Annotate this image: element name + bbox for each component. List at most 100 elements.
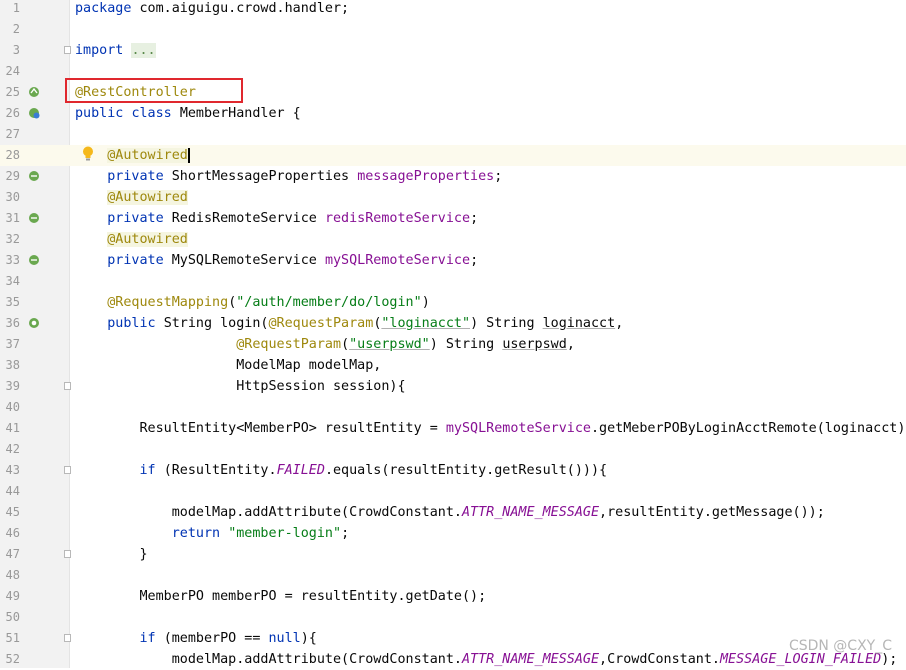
- line-number[interactable]: 34: [0, 271, 20, 292]
- line-number[interactable]: 38: [0, 355, 20, 376]
- code-line[interactable]: 44: [0, 481, 906, 502]
- code-text[interactable]: @RequestMapping("/auth/member/do/login"): [75, 292, 430, 313]
- code-line[interactable]: 24: [0, 61, 906, 82]
- code-text[interactable]: return "member-login";: [75, 523, 349, 544]
- line-number[interactable]: 39: [0, 376, 20, 397]
- line-number[interactable]: 49: [0, 586, 20, 607]
- fold-toggle-icon[interactable]: [64, 382, 71, 390]
- code-line[interactable]: 46 return "member-login";: [0, 523, 906, 544]
- code-line[interactable]: 1 package com.aiguigu.crowd.handler;: [0, 0, 906, 19]
- code-line[interactable]: 48: [0, 565, 906, 586]
- code-text[interactable]: private RedisRemoteService redisRemoteSe…: [75, 208, 478, 229]
- code-line[interactable]: 47 }: [0, 544, 906, 565]
- code-text[interactable]: modelMap.addAttribute(CrowdConstant.ATTR…: [75, 502, 825, 523]
- code-line[interactable]: 30 @Autowired: [0, 187, 906, 208]
- fold-toggle-icon[interactable]: [64, 634, 71, 642]
- code-text[interactable]: ModelMap modelMap,: [75, 355, 381, 376]
- code-text[interactable]: @RequestParam("userpswd") String userpsw…: [75, 334, 575, 355]
- code-line[interactable]: 50: [0, 607, 906, 628]
- code-text[interactable]: @RestController: [75, 82, 196, 103]
- fold-toggle-icon[interactable]: [64, 550, 71, 558]
- code-line[interactable]: 37 @RequestParam("userpswd") String user…: [0, 334, 906, 355]
- code-line[interactable]: 33 private MySQLRemoteService mySQLRemot…: [0, 250, 906, 271]
- spring-class-icon[interactable]: [28, 107, 40, 119]
- autowire-inject-icon[interactable]: [28, 254, 40, 266]
- code-text[interactable]: import ...: [75, 40, 156, 61]
- code-token: package: [75, 1, 140, 16]
- line-number[interactable]: 27: [0, 124, 20, 145]
- line-number[interactable]: 31: [0, 208, 20, 229]
- line-number[interactable]: 52: [0, 649, 20, 670]
- line-number[interactable]: 50: [0, 607, 20, 628]
- code-text[interactable]: @Autowired: [75, 229, 188, 250]
- code-line[interactable]: 28 @Autowired: [0, 145, 906, 166]
- line-number[interactable]: 46: [0, 523, 20, 544]
- spring-bean-icon[interactable]: [28, 86, 40, 98]
- code-line[interactable]: 51 if (memberPO == null){: [0, 628, 906, 649]
- line-number[interactable]: 36: [0, 313, 20, 334]
- line-number[interactable]: 40: [0, 397, 20, 418]
- code-line[interactable]: 26 public class MemberHandler {: [0, 103, 906, 124]
- code-editor[interactable]: 1 package com.aiguigu.crowd.handler; 2 3 imp…: [0, 0, 906, 668]
- autowire-inject-icon[interactable]: [28, 170, 40, 182]
- code-line[interactable]: 43 if (ResultEntity.FAILED.equals(result…: [0, 460, 906, 481]
- code-line[interactable]: 31 private RedisRemoteService redisRemot…: [0, 208, 906, 229]
- code-text[interactable]: if (ResultEntity.FAILED.equals(resultEnt…: [75, 460, 608, 481]
- line-number[interactable]: 41: [0, 418, 20, 439]
- code-line[interactable]: 49 MemberPO memberPO = resultEntity.getD…: [0, 586, 906, 607]
- line-number[interactable]: 45: [0, 502, 20, 523]
- code-line[interactable]: 36 public String login(@RequestParam("lo…: [0, 313, 906, 334]
- code-line[interactable]: 2: [0, 19, 906, 40]
- code-text[interactable]: public String login(@RequestParam("login…: [75, 313, 623, 334]
- line-number[interactable]: 44: [0, 481, 20, 502]
- line-number[interactable]: 48: [0, 565, 20, 586]
- line-number[interactable]: 24: [0, 61, 20, 82]
- line-number[interactable]: 28: [0, 145, 20, 166]
- line-number[interactable]: 32: [0, 229, 20, 250]
- code-line[interactable]: 35 @RequestMapping("/auth/member/do/logi…: [0, 292, 906, 313]
- line-number[interactable]: 47: [0, 544, 20, 565]
- code-text[interactable]: @Autowired: [75, 187, 188, 208]
- fold-toggle-icon[interactable]: [64, 46, 71, 54]
- line-number[interactable]: 3: [0, 40, 20, 61]
- code-text[interactable]: if (memberPO == null){: [75, 628, 317, 649]
- code-line[interactable]: 3 import ...: [0, 40, 906, 61]
- line-number[interactable]: 42: [0, 439, 20, 460]
- code-text[interactable]: private ShortMessageProperties messagePr…: [75, 166, 502, 187]
- code-text[interactable]: public class MemberHandler {: [75, 103, 301, 124]
- line-number[interactable]: 2: [0, 19, 20, 40]
- request-mapping-icon[interactable]: [28, 317, 40, 329]
- code-line[interactable]: 38 ModelMap modelMap,: [0, 355, 906, 376]
- code-line[interactable]: 41 ResultEntity<MemberPO> resultEntity =…: [0, 418, 906, 439]
- line-number[interactable]: 51: [0, 628, 20, 649]
- lightbulb-icon[interactable]: [82, 146, 94, 162]
- code-text[interactable]: MemberPO memberPO = resultEntity.getDate…: [75, 586, 486, 607]
- code-line[interactable]: 27: [0, 124, 906, 145]
- line-number[interactable]: 25: [0, 82, 20, 103]
- code-text[interactable]: private MySQLRemoteService mySQLRemoteSe…: [75, 250, 478, 271]
- line-number[interactable]: 1: [0, 0, 20, 19]
- line-number[interactable]: 29: [0, 166, 20, 187]
- code-line[interactable]: 25 @RestController: [0, 82, 906, 103]
- code-line[interactable]: 40: [0, 397, 906, 418]
- line-number[interactable]: 33: [0, 250, 20, 271]
- code-line[interactable]: 32 @Autowired: [0, 229, 906, 250]
- line-number[interactable]: 30: [0, 187, 20, 208]
- autowire-inject-icon[interactable]: [28, 212, 40, 224]
- line-number[interactable]: 26: [0, 103, 20, 124]
- code-line[interactable]: 29 private ShortMessageProperties messag…: [0, 166, 906, 187]
- code-text[interactable]: ResultEntity<MemberPO> resultEntity = my…: [75, 418, 906, 439]
- code-text[interactable]: HttpSession session){: [75, 376, 405, 397]
- code-line[interactable]: 52 modelMap.addAttribute(CrowdConstant.A…: [0, 649, 906, 670]
- code-text[interactable]: }: [75, 544, 147, 565]
- fold-toggle-icon[interactable]: [64, 466, 71, 474]
- line-number[interactable]: 37: [0, 334, 20, 355]
- line-number[interactable]: 35: [0, 292, 20, 313]
- code-line[interactable]: 34: [0, 271, 906, 292]
- line-number[interactable]: 43: [0, 460, 20, 481]
- code-line[interactable]: 39 HttpSession session){: [0, 376, 906, 397]
- code-text[interactable]: package com.aiguigu.crowd.handler;: [75, 0, 349, 19]
- code-line[interactable]: 45 modelMap.addAttribute(CrowdConstant.A…: [0, 502, 906, 523]
- code-line[interactable]: 42: [0, 439, 906, 460]
- code-text[interactable]: modelMap.addAttribute(CrowdConstant.ATTR…: [75, 649, 898, 670]
